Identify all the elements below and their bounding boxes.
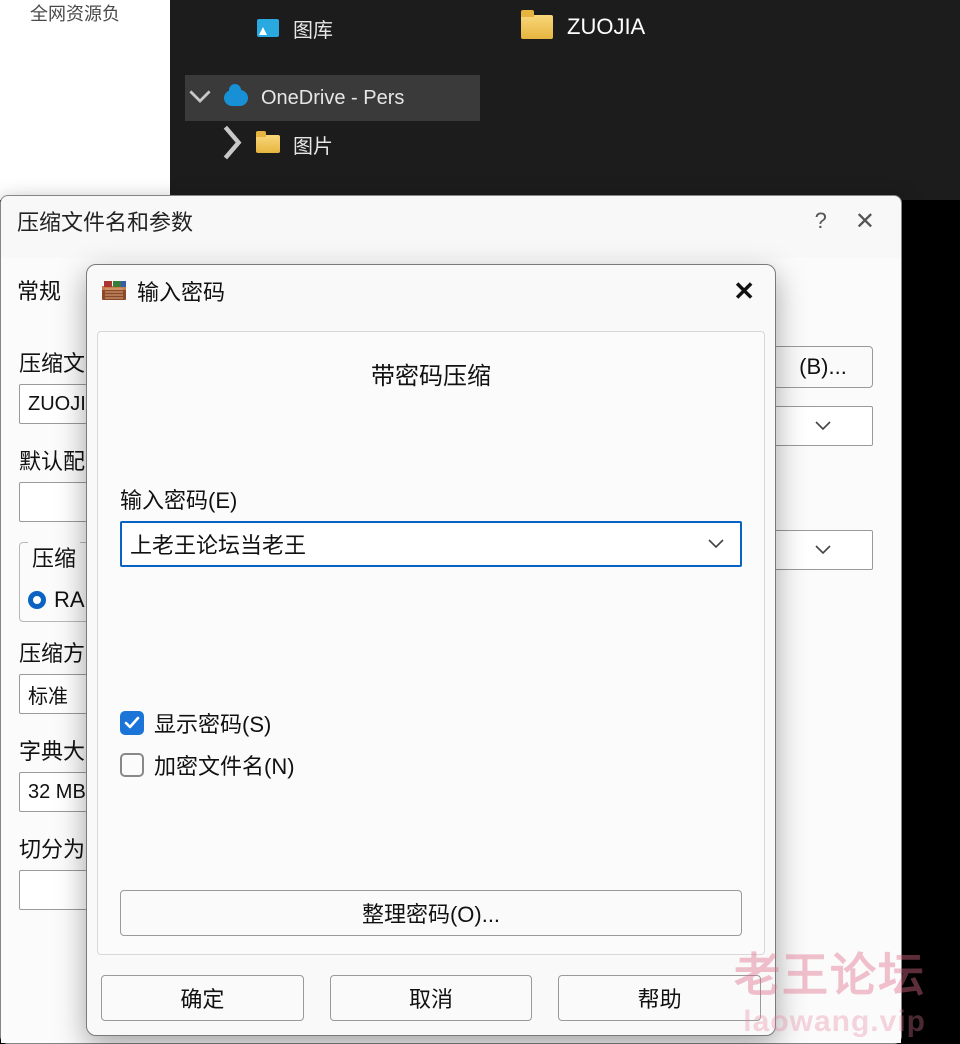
profile-dropdown[interactable]	[773, 530, 873, 570]
explorer-nav-tree: 图库 OneDrive - Pers 图片	[185, 5, 480, 167]
label-split: 切分为	[19, 832, 95, 864]
tree-item-onedrive[interactable]: OneDrive - Pers	[185, 75, 480, 121]
password-dialog-buttons: 确定 取消 帮助	[97, 975, 765, 1021]
label-method: 压缩方	[19, 636, 95, 668]
cancel-button[interactable]: 取消	[330, 975, 533, 1021]
onedrive-icon	[223, 85, 249, 111]
password-dialog: 输入密码 ✕ 带密码压缩 输入密码(E) 显示密码(S) 加密文件名(N) 整理…	[86, 264, 776, 1036]
archive-right-column: (B)...	[773, 346, 873, 1033]
checkbox-show-password-label: 显示密码(S)	[154, 707, 271, 739]
ok-button[interactable]: 确定	[101, 975, 304, 1021]
folder-icon	[521, 15, 553, 39]
password-input-combo[interactable]	[120, 521, 742, 567]
folder-item-label: ZUOJIA	[567, 14, 645, 40]
password-dialog-titlebar[interactable]: 输入密码 ✕	[87, 265, 775, 317]
help-button[interactable]: 帮助	[558, 975, 761, 1021]
dict-combo[interactable]: 32 MB	[19, 772, 95, 812]
format-group-label: 压缩	[28, 541, 80, 573]
checkbox-encrypt-names-label: 加密文件名(N)	[154, 749, 295, 781]
label-default-profile: 默认配	[19, 444, 95, 476]
radio-rar-label: RA	[54, 587, 85, 613]
method-combo[interactable]: 标准	[19, 674, 95, 714]
pictures-icon	[255, 15, 281, 41]
archive-left-column: 压缩文 ZUOJIA 默认配 压缩 RA 压缩方 标准 字典大 32 MB 切分…	[19, 346, 95, 1033]
label-enter-password: 输入密码(E)	[120, 483, 742, 515]
archive-name-dropdown[interactable]	[773, 406, 873, 446]
label-archive-name: 压缩文	[19, 346, 95, 378]
tree-item-sub-pictures[interactable]: 图片	[185, 121, 480, 167]
organize-passwords-button[interactable]: 整理密码(O)...	[120, 890, 742, 936]
explorer-left-partial-text: 全网资源负	[30, 0, 120, 26]
radio-rar[interactable]: RA	[28, 587, 86, 613]
password-dialog-title: 输入密码	[137, 275, 225, 307]
explorer-background: 全网资源负 图库 OneDrive - Pers 图片 ZUOJIA	[0, 0, 960, 200]
password-dialog-heading: 带密码压缩	[120, 356, 742, 391]
archive-dialog-titlebar[interactable]: 压缩文件名和参数 ? ✕	[1, 196, 901, 246]
password-dropdown-button[interactable]	[700, 539, 732, 549]
checkbox-encrypt-names[interactable]: 加密文件名(N)	[120, 749, 742, 781]
tree-item-label: 图片	[293, 130, 333, 159]
help-button[interactable]: ?	[797, 208, 845, 234]
format-groupbox: 压缩 RA	[19, 542, 95, 622]
checkbox-show-password[interactable]: 显示密码(S)	[120, 707, 742, 739]
winrar-icon	[101, 280, 127, 302]
browse-button[interactable]: (B)...	[773, 346, 873, 388]
label-dict: 字典大	[19, 734, 95, 766]
checkbox-unchecked-icon	[120, 753, 144, 777]
chevron-down-icon[interactable]	[189, 90, 211, 107]
archive-name-input[interactable]: ZUOJIA	[19, 384, 95, 424]
chevron-right-icon[interactable]	[221, 125, 243, 163]
split-combo[interactable]	[19, 870, 95, 910]
checkbox-checked-icon	[120, 711, 144, 735]
tree-item-pictures[interactable]: 图库	[185, 5, 480, 51]
folder-item-zuojia[interactable]: ZUOJIA	[513, 8, 653, 46]
tree-item-label: OneDrive - Pers	[261, 87, 404, 110]
password-dialog-body: 带密码压缩 输入密码(E) 显示密码(S) 加密文件名(N) 整理密码(O)..…	[97, 331, 765, 955]
folder-icon	[255, 131, 281, 157]
archive-dialog-title: 压缩文件名和参数	[17, 205, 193, 237]
tree-item-label: 图库	[293, 14, 333, 43]
explorer-content[interactable]: ZUOJIA	[495, 0, 960, 200]
radio-checked-icon	[28, 591, 46, 609]
password-input[interactable]	[130, 531, 700, 557]
default-profile-combo[interactable]	[19, 482, 95, 522]
explorer-left-panel: 全网资源负	[0, 0, 170, 200]
close-button[interactable]: ✕	[727, 276, 761, 307]
close-button[interactable]: ✕	[845, 207, 885, 236]
